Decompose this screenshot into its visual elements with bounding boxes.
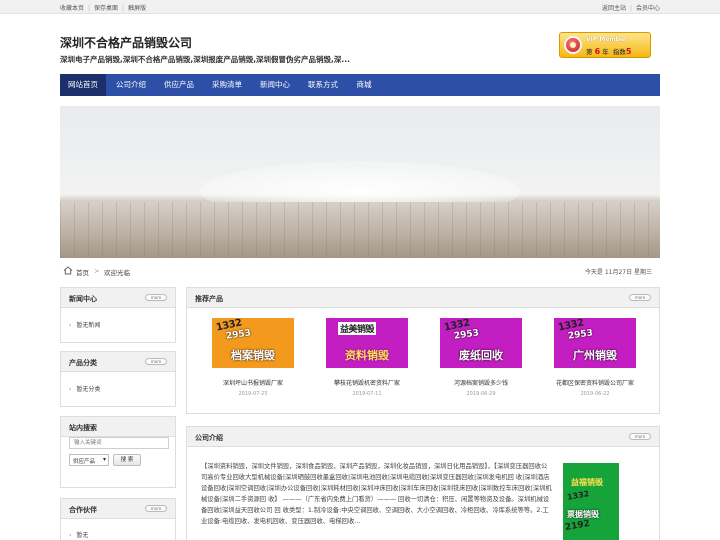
about-image[interactable]: 益福销毁 1332 票据销毁 2192 <box>563 463 619 540</box>
nav-home[interactable]: 网站首页 <box>60 74 106 96</box>
products-title: 推荐产品 <box>195 295 223 303</box>
recommended-products-box: 推荐产品 more 1332 2953 档案销毁 深圳坪山书报销毁厂家 2019… <box>186 287 660 414</box>
nav-purchase-list[interactable]: 采购清单 <box>204 74 250 96</box>
medal-icon <box>564 36 582 54</box>
search-input[interactable] <box>69 437 169 449</box>
top-links-left: 收藏本页 | 保存桌面 | 触屏版 <box>60 5 147 12</box>
product-image[interactable]: 1332 2953 广州销毁 <box>554 318 636 368</box>
about-text: 【深圳资料销毁，深圳文件销毁，深圳食品销毁，深圳产品销毁，深圳化妆品销毁，深圳日… <box>201 463 552 525</box>
sidebar-search-title: 站内搜索 <box>69 424 97 432</box>
back-main-site-link[interactable]: 返回主站 <box>602 5 626 12</box>
product-date: 2019-07-25 <box>238 391 268 397</box>
breadcrumb-separator: > <box>94 267 100 275</box>
top-bar: 收藏本页 | 保存桌面 | 触屏版 返回主站 | 会员中心 <box>0 0 720 14</box>
nav-products[interactable]: 供应产品 <box>156 74 202 96</box>
nav-contact[interactable]: 联系方式 <box>300 74 346 96</box>
product-card[interactable]: 1332 2953 广州销毁 花都区保密资料销毁公司厂家 2019-06-22 <box>554 318 636 397</box>
sidebar-search-box: 站内搜索 供应产品 搜 索 <box>60 416 176 488</box>
vip-label: VIP Member <box>586 36 627 43</box>
mobile-version-link[interactable]: 触屏版 <box>128 5 146 12</box>
breadcrumb-home[interactable]: 首页 <box>76 267 89 277</box>
product-card[interactable]: 益美销毁 资料销毁 攀枝花销毁机密资料厂家 2019-07-11 <box>326 318 408 397</box>
news-more-button[interactable]: more <box>145 294 167 301</box>
product-name[interactable]: 攀枝花销毁机密资料厂家 <box>314 378 420 387</box>
bookmark-link[interactable]: 收藏本页 <box>60 5 84 12</box>
product-image[interactable]: 1332 2953 废纸回收 <box>440 318 522 368</box>
product-image[interactable]: 益美销毁 资料销毁 <box>326 318 408 368</box>
about-more-button[interactable]: more <box>629 433 651 440</box>
partners-more-button[interactable]: more <box>145 505 167 512</box>
save-desktop-link[interactable]: 保存桌面 <box>94 5 118 12</box>
sidebar-news-box: 新闻中心 more 暂无新闻 <box>60 287 176 343</box>
product-name[interactable]: 深圳坪山书报销毁厂家 <box>200 378 306 387</box>
vip-level: 第 6 年 指数5 <box>586 47 632 56</box>
company-intro-box: 公司介绍 more 【深圳资料销毁，深圳文件销毁，深圳食品销毁，深圳产品销毁，深… <box>186 426 660 540</box>
sidebar-categories-box: 产品分类 more 暂无分类 <box>60 351 176 407</box>
today-date: 今天是 11月27日 星期三 <box>584 269 652 276</box>
news-empty: 暂无新闻 <box>69 320 100 329</box>
categories-empty: 暂无分类 <box>69 384 100 393</box>
sidebar-categories-title: 产品分类 <box>69 359 97 367</box>
product-image[interactable]: 1332 2953 档案销毁 <box>212 318 294 368</box>
product-card[interactable]: 1332 2953 档案销毁 深圳坪山书报销毁厂家 2019-07-25 <box>212 318 294 397</box>
products-more-button[interactable]: more <box>629 294 651 301</box>
sidebar-partners-box: 合作伙伴 more 暂无 <box>60 498 176 540</box>
breadcrumb: 首页 > 欢迎光临 今天是 11月27日 星期三 <box>60 264 660 278</box>
site-subtitle: 深圳电子产品销毁,深圳不合格产品销毁,深圳报废产品销毁,深圳假冒伪劣产品销毁,深… <box>60 55 350 64</box>
nav-mall[interactable]: 商城 <box>348 74 380 96</box>
partners-empty: 暂无 <box>69 530 88 539</box>
product-date: 2019-06-29 <box>466 391 496 397</box>
product-date: 2019-07-11 <box>352 391 382 397</box>
product-name[interactable]: 花都区保密资料销毁公司厂家 <box>542 378 648 387</box>
site-title: 深圳不合格产品销毁公司 <box>60 36 193 50</box>
search-scope-select[interactable]: 供应产品 <box>69 454 109 466</box>
product-date: 2019-06-22 <box>580 391 610 397</box>
breadcrumb-current: 欢迎光临 <box>104 269 130 277</box>
hero-banner <box>60 106 660 258</box>
nav-news[interactable]: 新闻中心 <box>252 74 298 96</box>
categories-more-button[interactable]: more <box>145 358 167 365</box>
vip-badge: VIP Member 第 6 年 指数5 <box>559 32 651 58</box>
home-icon <box>63 266 73 275</box>
product-name[interactable]: 河源档案销毁多少钱 <box>428 378 534 387</box>
main-nav: 网站首页 公司介绍 供应产品 采购清单 新闻中心 联系方式 商城 <box>60 74 660 96</box>
member-center-link[interactable]: 会员中心 <box>636 5 660 12</box>
about-title: 公司介绍 <box>195 434 223 442</box>
sidebar-partners-title: 合作伙伴 <box>69 506 97 514</box>
top-links-right: 返回主站 | 会员中心 <box>601 5 660 12</box>
nav-company-intro[interactable]: 公司介绍 <box>108 74 154 96</box>
sidebar-news-title: 新闻中心 <box>69 295 97 303</box>
product-card[interactable]: 1332 2953 废纸回收 河源档案销毁多少钱 2019-06-29 <box>440 318 522 397</box>
search-button[interactable]: 搜 索 <box>113 454 141 466</box>
